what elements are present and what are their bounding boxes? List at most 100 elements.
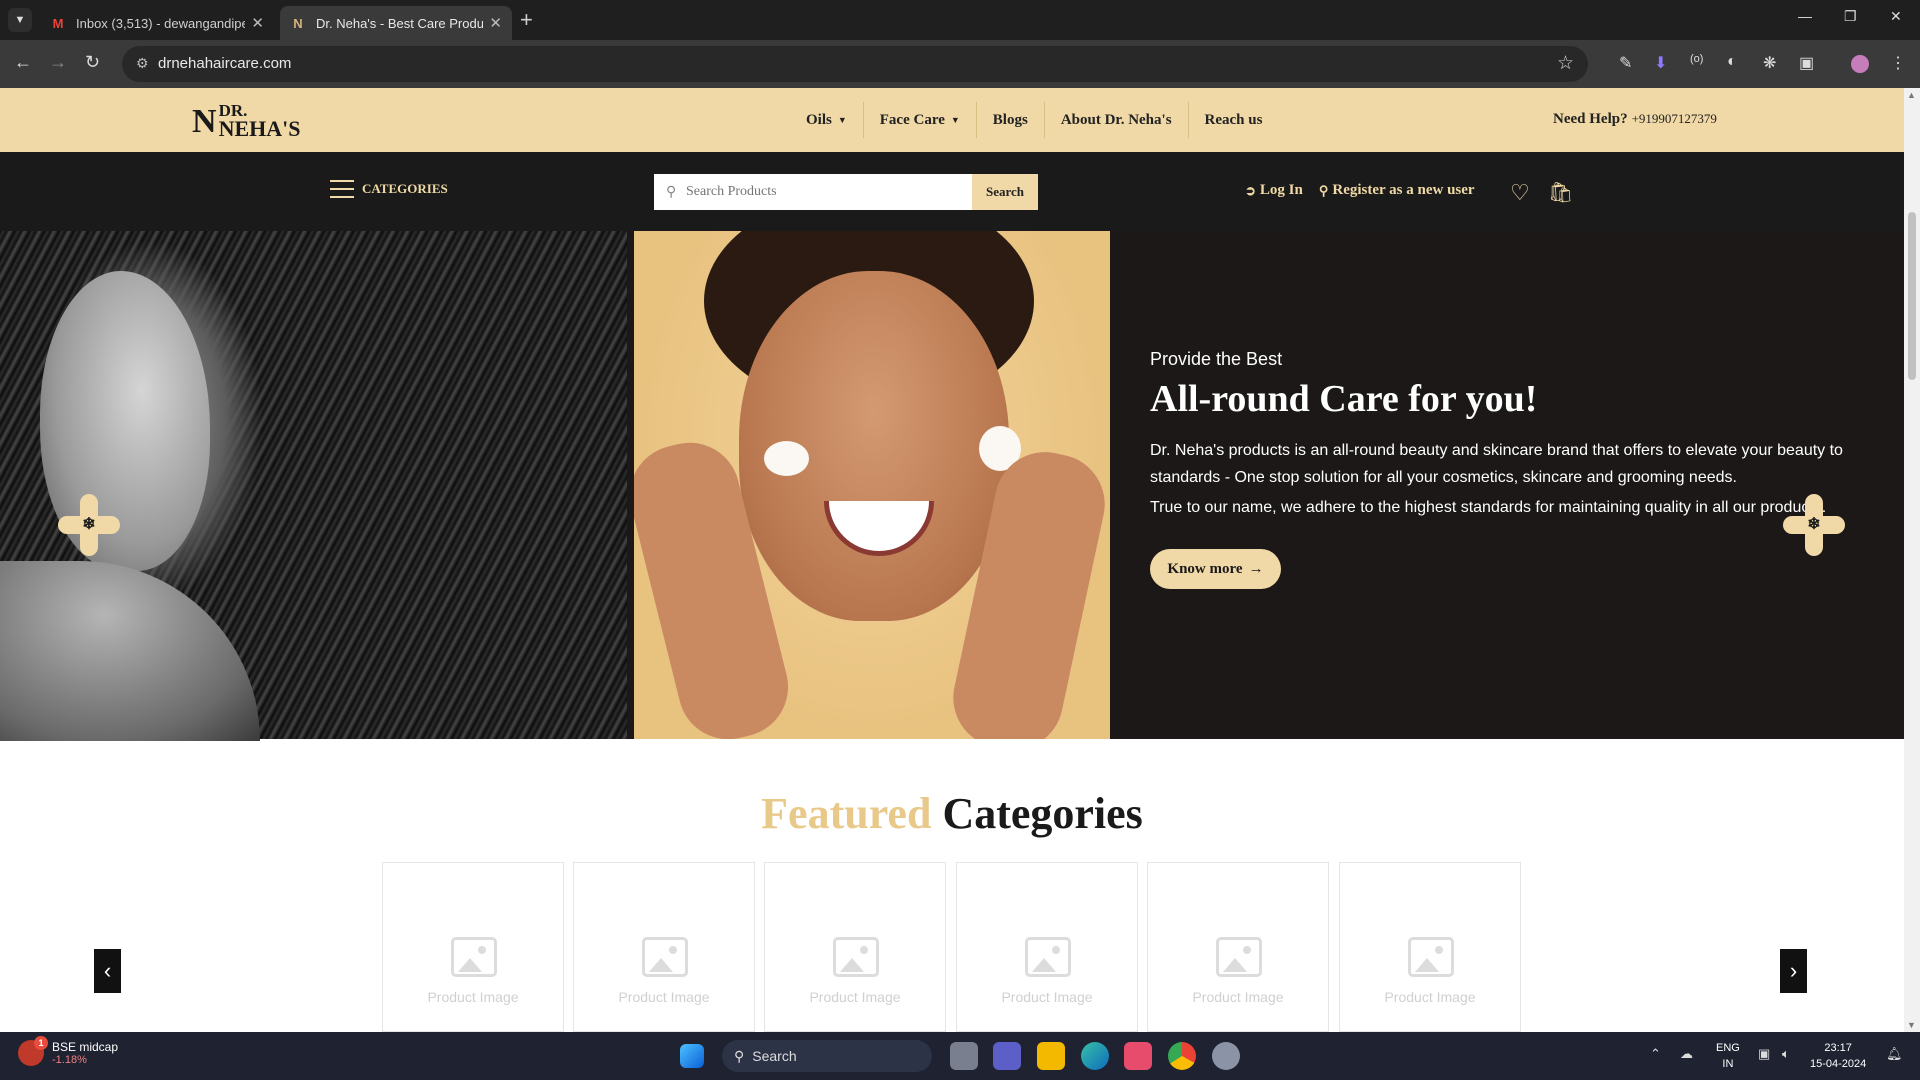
close-window-button[interactable]: ✕ <box>1890 8 1902 25</box>
volume-icon[interactable]: 🔈︎ <box>1782 1046 1790 1062</box>
image-placeholder-icon <box>833 937 879 977</box>
nav-label: Reach us <box>1204 111 1263 128</box>
dark-mode-extension-icon[interactable]: ◐ <box>1727 53 1737 71</box>
network-icon[interactable]: ▣ <box>1758 1046 1770 1062</box>
tab-gmail[interactable]: M Inbox (3,513) - dewangandipen ✕ <box>40 6 274 40</box>
site-logo[interactable]: N DR. NEHA'S <box>192 102 301 141</box>
account-links: ➲ Log In ⚲ Register as a new user <box>1245 182 1491 199</box>
card-label: Product Image <box>809 989 901 1005</box>
bookmark-star-icon[interactable]: ☆ <box>1557 52 1574 75</box>
nav-blogs[interactable]: Blogs <box>977 102 1045 138</box>
logo-mark: N <box>192 103 217 140</box>
main-nav: Oils ▼ Face Care ▼ Blogs About Dr. Neha's … <box>790 102 1278 138</box>
know-more-label: Know more <box>1167 560 1243 577</box>
stock-change: -1.18% <box>52 1054 87 1066</box>
caret-down-icon: ▼ <box>950 115 960 125</box>
eyedropper-extension-icon[interactable]: ✎ <box>1619 53 1632 73</box>
restore-button[interactable]: ❐ <box>1844 8 1857 25</box>
carousel-prev-button[interactable]: ‹ <box>94 949 121 993</box>
taskbar-search[interactable]: ⚲ Search <box>722 1040 932 1072</box>
scrollbar-thumb[interactable] <box>1908 212 1916 380</box>
category-card[interactable]: Product Image <box>956 862 1138 1032</box>
slider-prev-button[interactable]: ❄ <box>58 494 120 556</box>
hero-title: All-round Care for you! <box>1150 378 1538 420</box>
stock-widget[interactable]: 1 BSE midcap -1.18% <box>18 1036 119 1066</box>
site-info-icon[interactable]: ⚙ <box>136 55 149 72</box>
address-bar: ← → ↻ ⚙ drnehahaircare.com ☆ ✎ ⬇ (o) ◐ ❋… <box>0 40 1920 88</box>
omnibox[interactable]: ⚙ drnehahaircare.com ☆ <box>122 46 1588 82</box>
minimize-button[interactable]: — <box>1798 8 1812 24</box>
tab-search-button[interactable]: ▼ <box>8 8 32 32</box>
logo-line2: NEHA'S <box>218 116 301 141</box>
scroll-up-icon[interactable]: ▲ <box>1907 90 1916 100</box>
category-card[interactable]: Product Image <box>382 862 564 1032</box>
carousel-next-button[interactable]: › <box>1780 949 1807 993</box>
card-label: Product Image <box>427 989 519 1005</box>
tab-title: Dr. Neha's - Best Care Products <box>316 15 484 31</box>
back-icon[interactable]: ← <box>14 52 32 73</box>
clock[interactable]: 23:17 15-04-2024 <box>1810 1040 1866 1072</box>
reload-icon[interactable]: ↻ <box>85 52 100 73</box>
search-icon: ⚲ <box>666 183 677 199</box>
category-card[interactable]: Product Image <box>1147 862 1329 1032</box>
react-devtools-icon[interactable]: ❋ <box>1763 53 1776 73</box>
language-indicator[interactable]: ENG IN <box>1716 1040 1740 1072</box>
category-card[interactable]: Product Image <box>573 862 755 1032</box>
nav-about[interactable]: About Dr. Neha's <box>1045 102 1189 138</box>
image-placeholder-icon <box>1408 937 1454 977</box>
slider-next-button[interactable]: ❄ <box>1783 494 1845 556</box>
task-view-icon[interactable] <box>950 1042 978 1070</box>
nav-oils[interactable]: Oils ▼ <box>790 102 864 138</box>
store-icon[interactable] <box>1124 1042 1152 1070</box>
hamburger-icon <box>330 180 354 198</box>
shopping-bag-icon[interactable]: 🛍︎ <box>1548 180 1573 205</box>
stock-name: BSE midcap <box>52 1040 119 1054</box>
image-placeholder-icon <box>1025 937 1071 977</box>
login-icon: ➲ <box>1245 182 1256 198</box>
know-more-button[interactable]: Know more → <box>1150 549 1281 589</box>
windows-start-icon[interactable] <box>680 1044 704 1068</box>
hero-description: Dr. Neha's products is an all-round beau… <box>1150 442 1843 486</box>
image-placeholder-icon <box>1216 937 1262 977</box>
notification-bell-icon[interactable]: 🔔︎ <box>1886 1046 1903 1062</box>
logo-text: DR. NEHA'S <box>218 102 301 141</box>
tray-chevron-icon[interactable]: ⌃ <box>1650 1046 1661 1062</box>
page-scrollbar[interactable]: ▲ ▼ <box>1904 88 1920 1032</box>
register-link[interactable]: Register as a new user <box>1332 182 1474 199</box>
categories-menu-button[interactable]: CATEGORIES <box>330 180 448 198</box>
browser-menu-icon[interactable]: ⋮ <box>1890 53 1906 73</box>
forward-icon[interactable]: → <box>49 52 67 73</box>
extension-icon[interactable]: (o) <box>1690 53 1703 65</box>
help-label: Need Help? <box>1553 111 1628 127</box>
file-explorer-icon[interactable] <box>1037 1042 1065 1070</box>
tab-drneha[interactable]: N Dr. Neha's - Best Care Products ✕ <box>280 6 512 40</box>
new-tab-button[interactable]: + <box>520 8 533 32</box>
search-input[interactable] <box>654 174 972 210</box>
caret-down-icon: ▼ <box>837 115 847 125</box>
arrow-right-icon: → <box>1248 560 1264 577</box>
scroll-down-icon[interactable]: ▼ <box>1907 1020 1916 1030</box>
download-extension-icon[interactable]: ⬇ <box>1654 53 1667 73</box>
clock-date: 15-04-2024 <box>1810 1058 1867 1070</box>
settings-icon[interactable] <box>1212 1042 1240 1070</box>
close-tab-icon[interactable]: ✕ <box>251 14 264 32</box>
nav-face-care[interactable]: Face Care ▼ <box>864 102 977 138</box>
help-phone[interactable]: +919907127379 <box>1632 111 1717 126</box>
heading-accent: Featured <box>761 789 932 838</box>
nav-reach-us[interactable]: Reach us <box>1189 102 1279 138</box>
bird-icon: ❄ <box>82 516 96 533</box>
hero-quality-text: True to our name, we adhere to the highe… <box>1150 499 1827 516</box>
close-tab-icon[interactable]: ✕ <box>489 14 502 32</box>
category-card[interactable]: Product Image <box>764 862 946 1032</box>
gmail-icon: M <box>52 15 64 31</box>
profile-avatar[interactable] <box>1851 55 1869 73</box>
extensions-puzzle-icon[interactable]: ▣ <box>1799 53 1814 73</box>
edge-icon[interactable] <box>1081 1042 1109 1070</box>
teams-icon[interactable] <box>993 1042 1021 1070</box>
chrome-icon[interactable] <box>1168 1042 1196 1070</box>
search-button[interactable]: Search <box>972 174 1038 210</box>
category-card[interactable]: Product Image <box>1339 862 1521 1032</box>
login-link[interactable]: Log In <box>1260 182 1303 199</box>
wishlist-heart-icon[interactable]: ♡ <box>1510 180 1530 206</box>
onedrive-icon[interactable]: ☁ <box>1680 1046 1693 1062</box>
